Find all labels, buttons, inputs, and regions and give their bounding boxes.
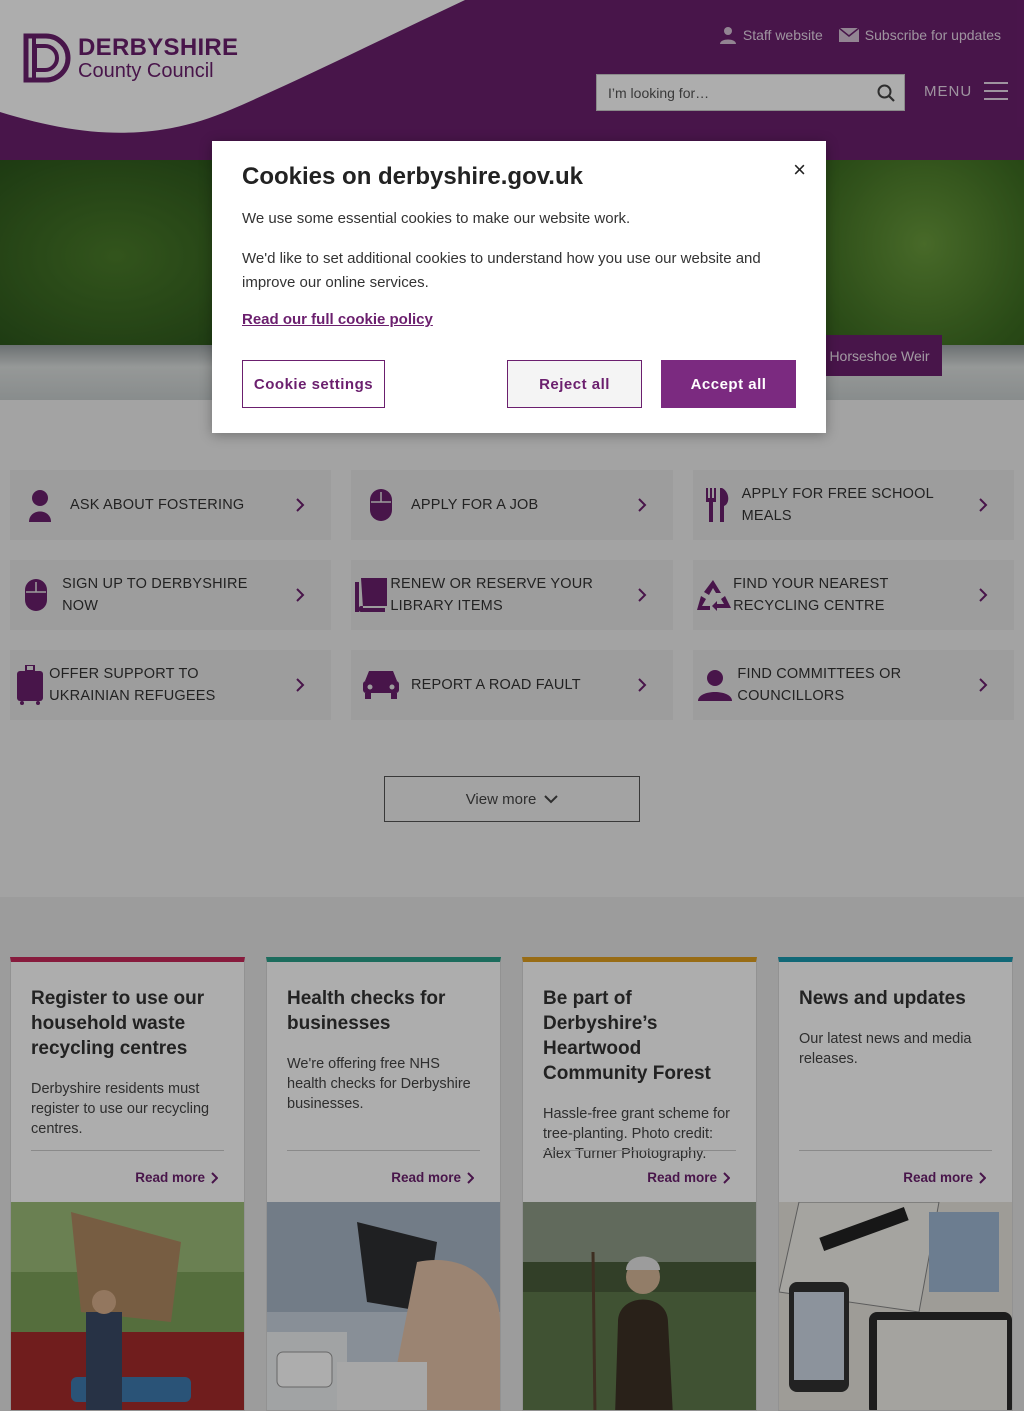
cookie-additional-text: We'd like to set additional cookies to u… [242,250,761,291]
close-icon[interactable]: × [793,159,806,181]
cookie-consent-dialog: Cookies on derbyshire.gov.uk × We use so… [212,141,826,433]
cookie-dialog-title: Cookies on derbyshire.gov.uk [242,163,583,190]
cookie-settings-button[interactable]: Cookie settings [242,360,385,408]
cookie-essential-text: We use some essential cookies to make ou… [242,210,631,227]
cookie-policy-link[interactable]: Read our full cookie policy [242,311,433,328]
reject-all-button[interactable]: Reject all [507,360,642,408]
accept-all-button[interactable]: Accept all [661,360,796,408]
